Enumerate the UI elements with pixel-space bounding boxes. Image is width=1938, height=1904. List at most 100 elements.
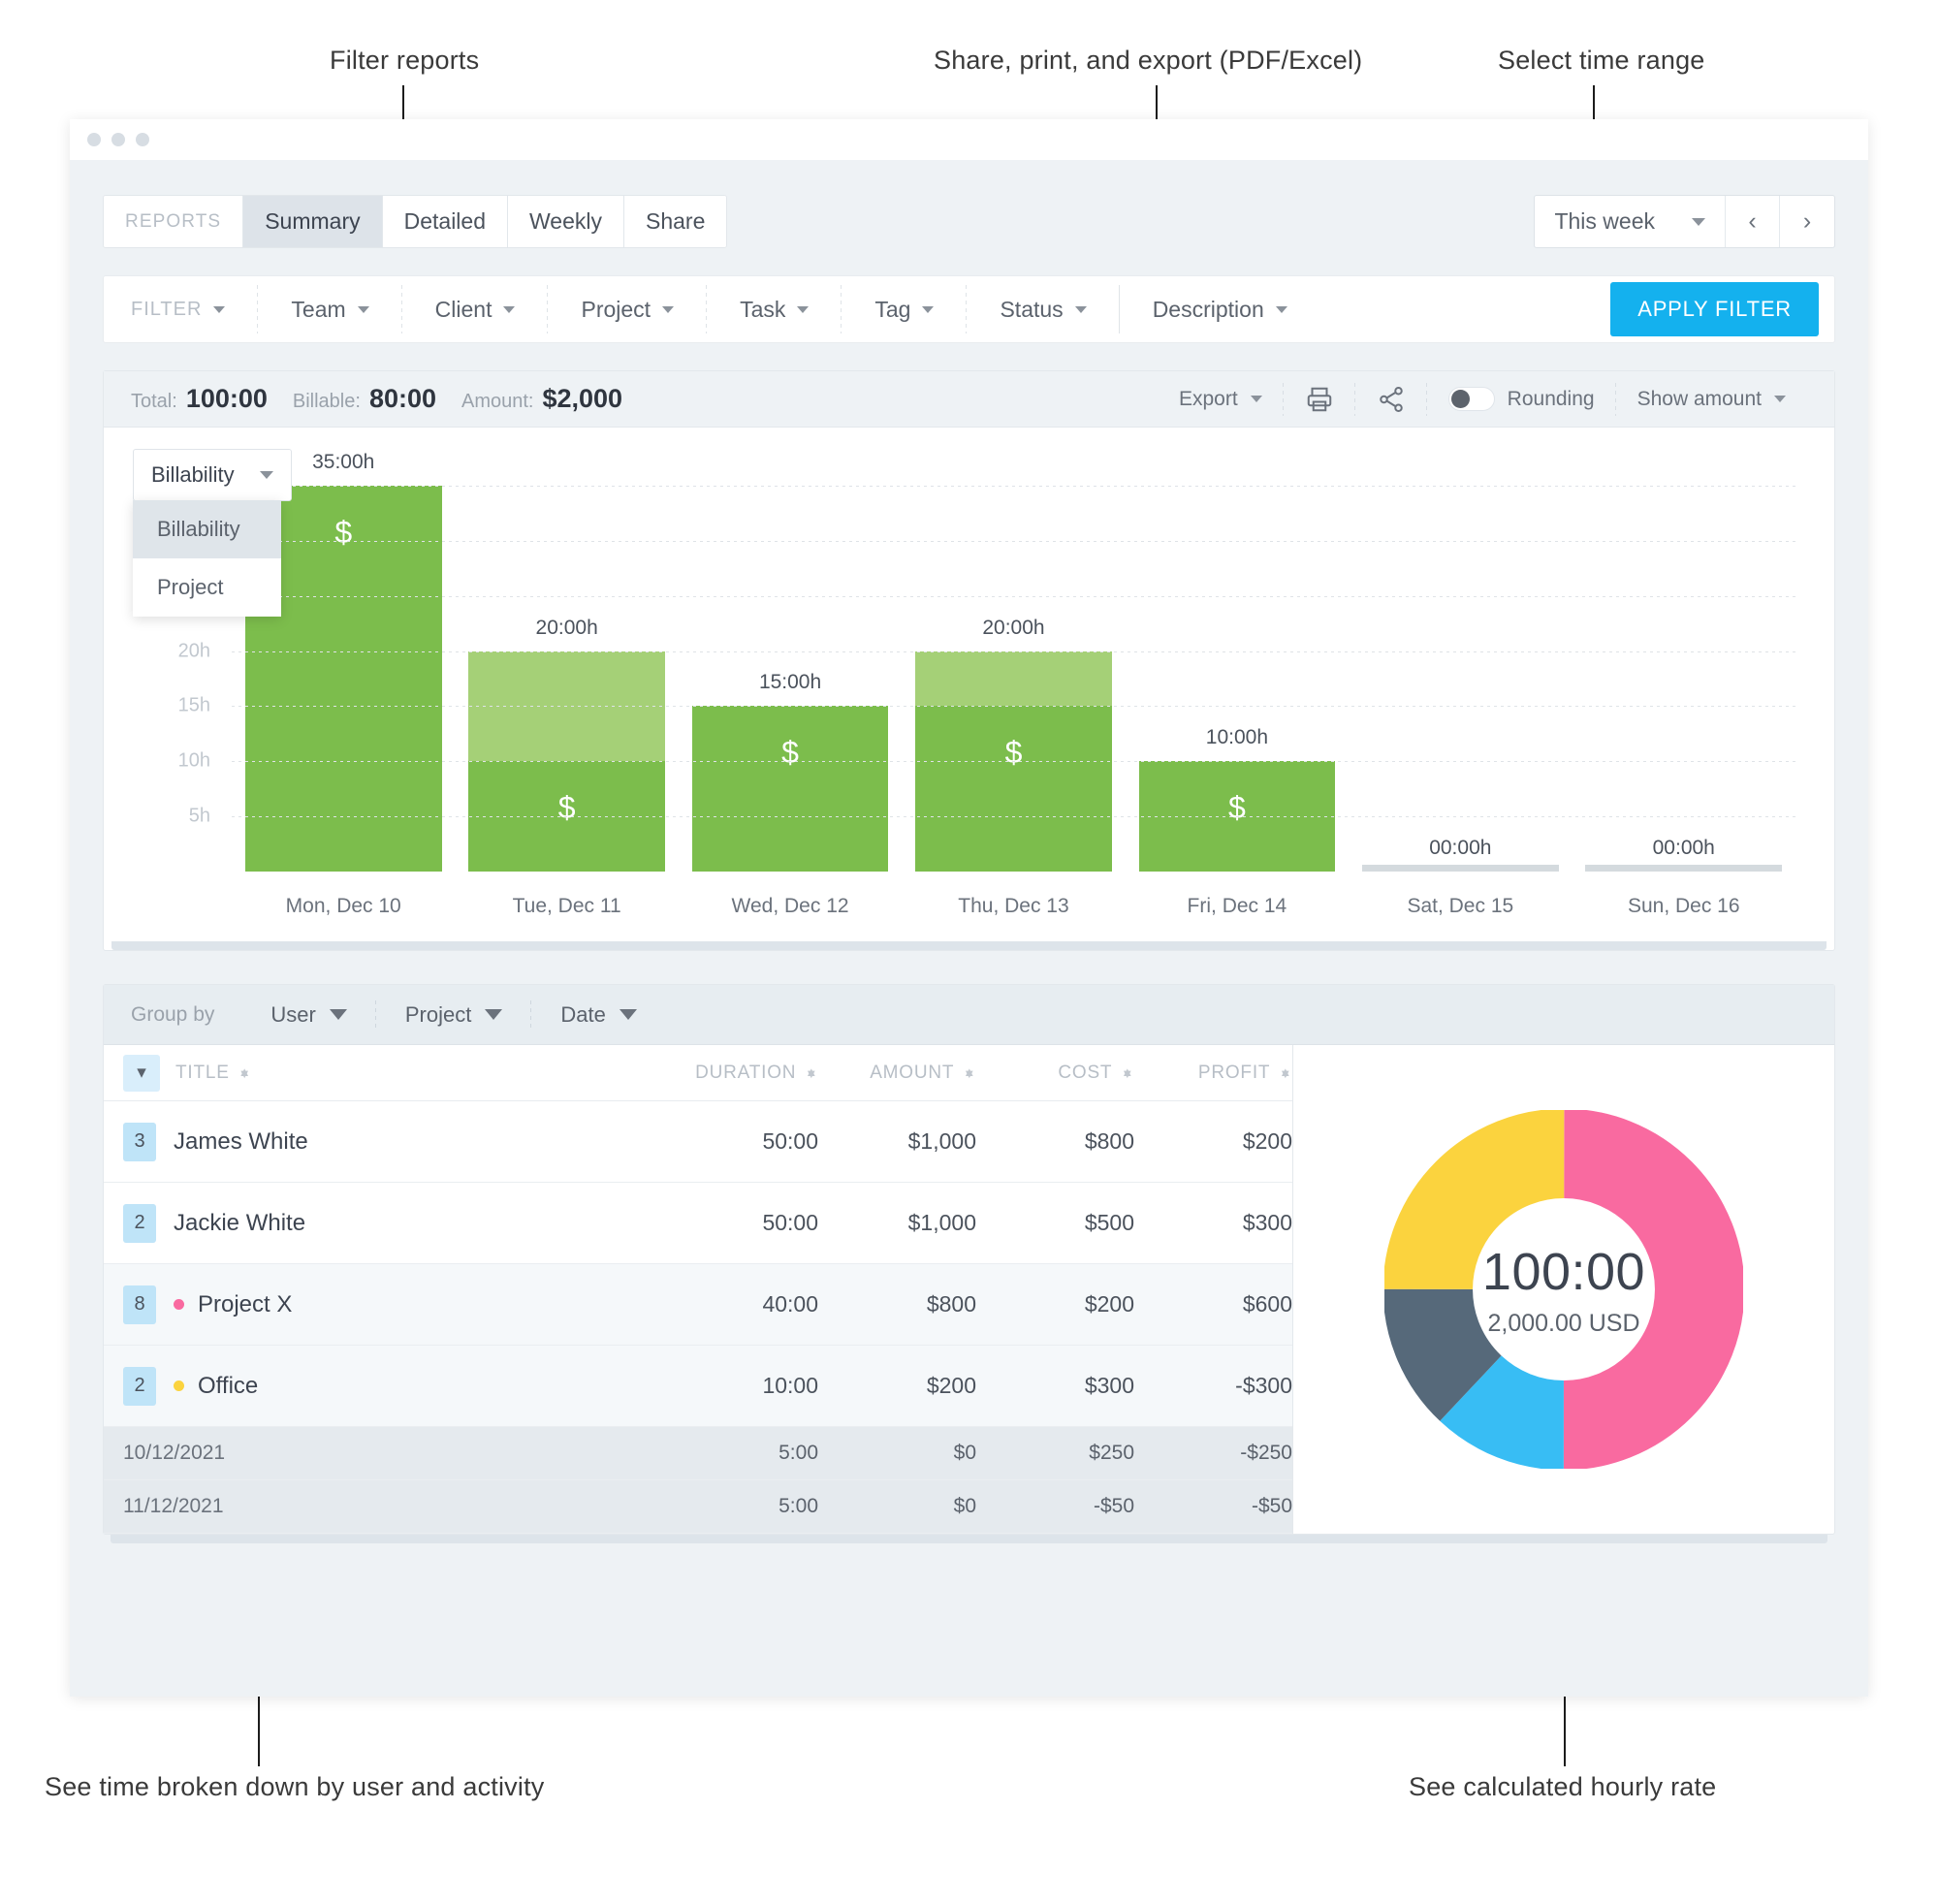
rounding-toggle[interactable]	[1448, 387, 1495, 411]
column-header-amount[interactable]: AMOUNT ▲▼	[818, 1063, 976, 1084]
app-window: REPORTS Summary Detailed Weekly Share Th…	[70, 119, 1868, 1697]
billability-option-billability[interactable]: Billability	[133, 500, 281, 558]
column-header-duration[interactable]: DURATION ▲▼	[660, 1063, 818, 1084]
filter-task[interactable]: Task	[707, 276, 842, 342]
share-button[interactable]	[1355, 383, 1427, 416]
filter-team[interactable]: Team	[258, 276, 401, 342]
chart-gridline: 35h	[232, 486, 1795, 487]
rounding-toggle-group[interactable]: Rounding	[1427, 383, 1616, 416]
column-header-cost[interactable]: COST ▲▼	[976, 1063, 1134, 1084]
group-by-project[interactable]: Project	[376, 1000, 531, 1030]
table-row[interactable]: 2Jackie White50:00$1,000$500$300	[104, 1183, 1292, 1264]
table-row[interactable]: 11/12/20215:00$0-$50-$50	[104, 1480, 1292, 1534]
chevron-down-icon	[1276, 306, 1287, 313]
chevron-down-icon	[485, 1009, 502, 1020]
row-title-text: Jackie White	[174, 1210, 305, 1237]
chevron-down-icon	[1075, 306, 1087, 313]
summary-bar: Total: 100:00 Billable: 80:00 Amount: $2…	[104, 371, 1834, 428]
billability-dropdown-button[interactable]: Billability	[133, 449, 292, 501]
donut-chart-panel: 100:00 2,000.00 USD	[1293, 1045, 1834, 1534]
window-maximize-dot[interactable]	[136, 133, 149, 146]
time-range-selector: This week ‹ ›	[1534, 195, 1835, 248]
tab-detailed[interactable]: Detailed	[383, 196, 508, 247]
filter-description[interactable]: Description	[1120, 276, 1320, 342]
row-amount: $800	[818, 1291, 976, 1317]
table-header-row: ▾ TITLE ▲▼ DURATION ▲▼ AMOUNT ▲▼	[104, 1045, 1292, 1101]
amount-label: Amount:	[461, 391, 533, 413]
group-by-user[interactable]: User	[241, 1000, 375, 1030]
column-header-profit-label: PROFIT	[1198, 1063, 1270, 1084]
time-range-next-button[interactable]: ›	[1780, 196, 1834, 247]
row-duration: 10:00	[660, 1373, 818, 1399]
chart-gridline: 25h	[232, 596, 1795, 597]
row-title: Jackie White	[156, 1210, 660, 1237]
group-by-date[interactable]: Date	[531, 1000, 665, 1030]
chevron-down-icon	[358, 306, 369, 313]
filter-description-label: Description	[1153, 297, 1264, 323]
row-amount: $200	[818, 1373, 976, 1399]
filter-status[interactable]: Status	[967, 276, 1119, 342]
table-row[interactable]: 3James White50:00$1,000$800$200	[104, 1101, 1292, 1183]
billability-option-project[interactable]: Project	[133, 558, 281, 617]
time-range-dropdown[interactable]: This week	[1535, 196, 1726, 247]
row-title-text: James White	[174, 1128, 308, 1156]
row-title-text: Project X	[198, 1291, 292, 1318]
row-cost: $200	[976, 1291, 1134, 1317]
amount-value: $2,000	[542, 384, 622, 414]
column-header-title[interactable]: TITLE ▲▼	[160, 1063, 660, 1084]
row-duration: 50:00	[660, 1210, 818, 1236]
column-header-duration-label: DURATION	[695, 1063, 796, 1084]
filter-client[interactable]: Client	[402, 276, 549, 342]
table-row[interactable]: 2Office10:00$200$300-$300	[104, 1346, 1292, 1427]
callout-select-time-range: Select time range	[1498, 46, 1705, 76]
filter-status-label: Status	[1000, 297, 1063, 323]
filter-label-text: FILTER	[131, 299, 202, 321]
chart-bar-column[interactable]: $20:00hThu, Dec 13	[902, 486, 1125, 872]
table-row[interactable]: 8Project X40:00$800$200$600	[104, 1264, 1292, 1346]
row-count-badge: 2	[123, 1204, 156, 1243]
column-header-profit[interactable]: PROFIT ▲▼	[1134, 1063, 1292, 1084]
rounding-label: Rounding	[1508, 388, 1595, 411]
chart-bar-column[interactable]: $15:00hWed, Dec 12	[679, 486, 902, 872]
reports-tabs: REPORTS Summary Detailed Weekly Share	[103, 195, 727, 248]
chevron-down-icon	[662, 306, 674, 313]
billability-menu: Billability Project	[133, 500, 281, 617]
time-range-prev-button[interactable]: ‹	[1726, 196, 1780, 247]
filter-project[interactable]: Project	[548, 276, 707, 342]
project-color-dot-icon	[174, 1299, 184, 1310]
apply-filter-button[interactable]: APPLY FILTER	[1610, 282, 1819, 336]
chevron-down-icon	[922, 306, 934, 313]
filter-task-label: Task	[740, 297, 785, 323]
chart-x-tick-label: Sun, Dec 16	[1573, 895, 1795, 918]
window-close-dot[interactable]	[87, 133, 101, 146]
table-row[interactable]: 10/12/20215:00$0$250-$250	[104, 1427, 1292, 1480]
chart-bar-column[interactable]: $10:00hFri, Dec 14	[1126, 486, 1349, 872]
total-value: 100:00	[186, 384, 268, 414]
row-cost: -$50	[976, 1495, 1134, 1518]
print-button[interactable]	[1284, 383, 1355, 416]
show-amount-dropdown[interactable]: Show amount	[1616, 383, 1807, 416]
row-cost: $250	[976, 1442, 1134, 1465]
tab-summary[interactable]: Summary	[243, 196, 382, 247]
chart-bar-empty	[1362, 865, 1559, 872]
chart-bar-column[interactable]: $20:00hTue, Dec 11	[455, 486, 678, 872]
row-profit: -$300	[1134, 1373, 1292, 1399]
sort-icon: ▲▼	[238, 1072, 252, 1074]
tab-weekly[interactable]: Weekly	[508, 196, 624, 247]
tab-share[interactable]: Share	[624, 196, 726, 247]
row-title: Project X	[156, 1291, 660, 1318]
chart-bar-column[interactable]: 00:00hSun, Dec 16	[1573, 486, 1795, 872]
expand-all-chevron-icon[interactable]: ▾	[123, 1055, 160, 1092]
chart-bars: $35:00hMon, Dec 10$20:00hTue, Dec 11$15:…	[232, 486, 1795, 872]
window-minimize-dot[interactable]	[111, 133, 125, 146]
billable-dollar-icon: $	[468, 790, 665, 826]
export-dropdown[interactable]: Export	[1158, 383, 1284, 416]
chart-gridline: 30h	[232, 541, 1795, 542]
filter-label[interactable]: FILTER	[104, 276, 258, 342]
row-title: James White	[156, 1128, 660, 1156]
callout-share-print-export: Share, print, and export (PDF/Excel)	[934, 46, 1362, 76]
tabs-row: REPORTS Summary Detailed Weekly Share Th…	[103, 160, 1835, 248]
filter-tag[interactable]: Tag	[842, 276, 967, 342]
chart-bar-column[interactable]: 00:00hSat, Dec 15	[1349, 486, 1572, 872]
row-title-text: 10/12/2021	[123, 1442, 225, 1465]
